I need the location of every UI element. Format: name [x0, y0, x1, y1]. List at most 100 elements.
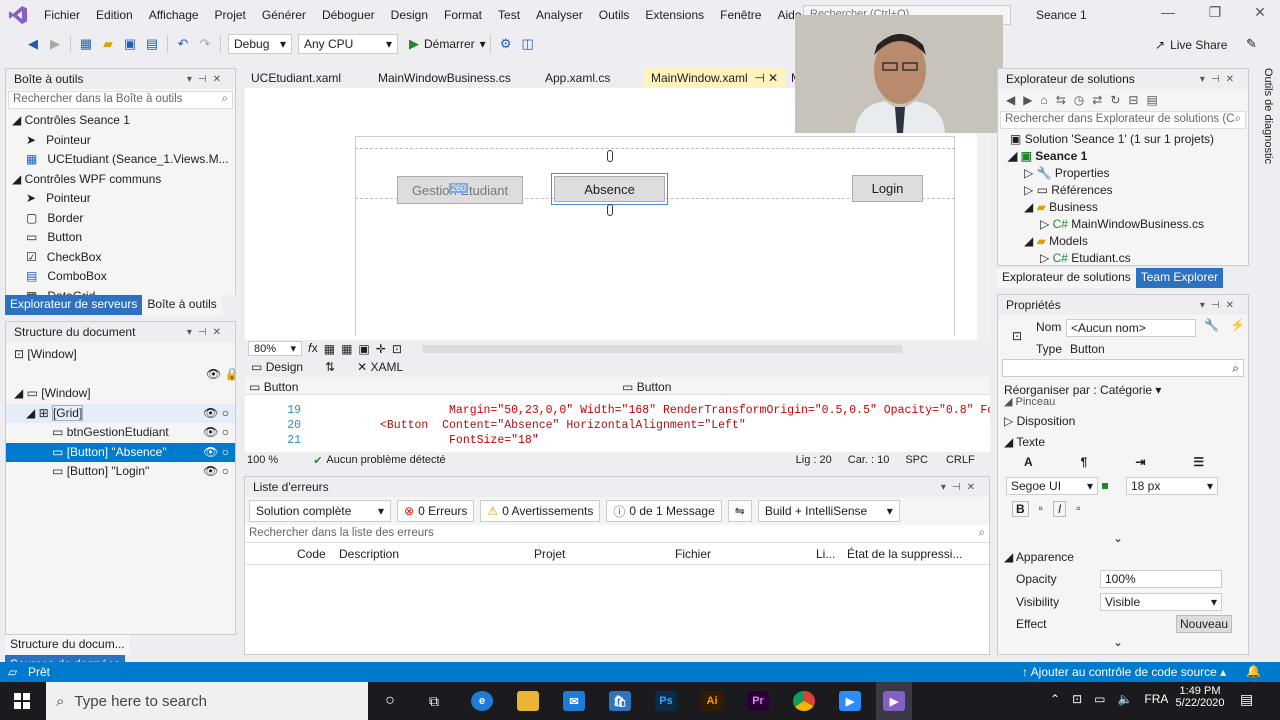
forward-icon[interactable]: ▶ [1023, 93, 1032, 107]
edge-icon[interactable]: e [464, 682, 500, 720]
back-icon[interactable]: ◀ [22, 33, 44, 55]
zoom-select[interactable]: 80% ▾ [248, 341, 302, 356]
attach-icon[interactable]: ⚙ [495, 33, 517, 55]
maximize-icon[interactable]: ❐ [1200, 4, 1230, 26]
menu-affichage[interactable]: Affichage [141, 0, 207, 30]
collapse-icon[interactable]: ⊟ [1128, 93, 1138, 107]
toolbox-item[interactable]: ☑ CheckBox [12, 248, 235, 268]
save-all-icon[interactable]: ▤ [141, 33, 163, 55]
menu-fichier[interactable]: Fichier [36, 0, 88, 30]
properties-search[interactable]: ⌕ [1002, 359, 1244, 377]
battery-icon[interactable]: ▭ [1094, 692, 1105, 706]
build-select[interactable]: Build + IntelliSense ▾ [757, 500, 900, 522]
font-tab-icon[interactable]: A [1024, 455, 1033, 469]
opacity-input[interactable]: 100% [1100, 570, 1222, 588]
errors-filter[interactable]: ⊗ 0 Erreurs [397, 500, 475, 522]
code-zoom[interactable]: 100 % [247, 454, 278, 466]
menu-format[interactable]: Format [436, 0, 490, 30]
source-control-button[interactable]: ↑ Ajouter au contrôle de code source ▴ [1022, 665, 1226, 679]
eye-icon[interactable]: 👁 ○ [203, 423, 235, 443]
vs-logo-icon[interactable] [0, 0, 36, 30]
menu-deboguer[interactable]: Déboguer [314, 0, 383, 30]
toolbox-item[interactable]: ➤ Pointeur [12, 131, 235, 151]
btn-absence[interactable]: Absence [551, 173, 668, 205]
taskbar-search[interactable]: ⌕ Type here to search [46, 682, 368, 720]
outline-top[interactable]: ⊡ [Window] [6, 345, 235, 365]
font-size-select[interactable]: 18 px ▾ [1126, 477, 1218, 495]
visual-studio-icon[interactable]: ▶ [876, 682, 912, 720]
mail-icon[interactable]: ✉ [556, 682, 592, 720]
toolbox-search[interactable]: Rechercher dans la Boîte à outils ⌕ [8, 91, 233, 109]
platform-select[interactable]: Any CPU ▾ [298, 34, 398, 54]
snap-lines-icon[interactable]: ✛ [376, 342, 386, 356]
file-node[interactable]: ▷ C# MainWindowBusiness.cs [998, 216, 1248, 233]
refresh-icon[interactable]: ↻ [1110, 93, 1120, 107]
crumb-right[interactable]: ▭ Button [622, 380, 992, 394]
explorer-icon[interactable] [510, 682, 546, 720]
new-effect-button[interactable]: Nouveau [1176, 615, 1233, 633]
tab-team-explorer[interactable]: Team Explorer [1135, 268, 1224, 288]
toolbox-item[interactable]: ▦ UCEtudiant (Seance_1.Views.M... [12, 150, 235, 170]
grid-icon[interactable]: ▦ [324, 342, 335, 356]
menu-outils[interactable]: Outils [591, 0, 638, 30]
cortana-icon[interactable]: ○ [372, 682, 408, 720]
home-icon[interactable]: ⌂ [1040, 93, 1047, 107]
warnings-filter[interactable]: ⚠ 0 Avertissements [480, 500, 601, 522]
windows-start-icon[interactable] [4, 682, 40, 720]
column-header[interactable]: Projet [534, 547, 675, 561]
config-select[interactable]: Debug ▾ [228, 34, 292, 54]
toolbox-item[interactable]: ▭ Button [12, 228, 235, 248]
references-node[interactable]: ▷ ▭ Références [998, 182, 1248, 199]
eye-icon[interactable]: 👁 ○ [203, 443, 235, 463]
panel-controls[interactable]: ▾⊣✕ [1200, 74, 1240, 85]
swap-icon[interactable]: ⇅ [309, 360, 351, 374]
save-icon[interactable]: ▣ [119, 33, 141, 55]
file-node[interactable]: ▷ C# Etudiant.cs [998, 250, 1248, 263]
menu-design[interactable]: Design [383, 0, 436, 30]
error-search[interactable]: Rechercher dans la liste des erreurs ⌕ [245, 525, 989, 543]
switch-view-icon[interactable]: ⇆ [1056, 93, 1066, 107]
italic-icon[interactable]: I [1052, 501, 1067, 517]
back-icon[interactable]: ◀ [1006, 93, 1015, 107]
menu-test[interactable]: Test [490, 0, 528, 30]
column-header[interactable]: Fichier [675, 547, 816, 561]
chevron-up-icon[interactable]: ⌃ [1050, 692, 1060, 706]
redo-icon[interactable]: ↷ [194, 33, 216, 55]
undo-icon[interactable]: ↶ [172, 33, 194, 55]
outline-item-selected[interactable]: ▭ [Button] "Absence" 👁 ○ [6, 442, 235, 463]
list-tab-icon[interactable]: ☰ [1193, 455, 1204, 469]
menu-projet[interactable]: Projet [207, 0, 254, 30]
scope-select[interactable]: Solution complète ▾ [249, 500, 391, 522]
project-node[interactable]: ◢ ▣ Seance 1 [998, 148, 1248, 165]
panel-controls[interactable]: ▾⊣✕ [187, 74, 227, 85]
history-icon[interactable]: ◷ [1074, 93, 1084, 107]
live-share-button[interactable]: ↗ Live Share [1155, 38, 1227, 52]
notifications-icon[interactable]: 🔔 [1246, 664, 1261, 678]
fit-icon[interactable]: ⊡ [392, 342, 402, 356]
messages-filter[interactable]: ⓘ 0 de 1 Message [606, 500, 722, 522]
solution-node[interactable]: ▣ Solution 'Seance 1' (1 sur 1 projets) [998, 131, 1248, 148]
tab-document-outline[interactable]: Structure du docum... [5, 635, 130, 655]
eye-icon[interactable]: 👁 ○ [203, 462, 235, 482]
tab-server-explorer[interactable]: Explorateur de serveurs [5, 295, 143, 315]
bold-icon[interactable]: B [1012, 501, 1029, 517]
tab-app-xaml-cs[interactable]: App.xaml.cs [538, 68, 617, 88]
panel-controls[interactable]: ▾⊣✕ [187, 327, 227, 338]
toolbox-item[interactable]: ➤ Pointeur [12, 189, 235, 209]
task-view-icon[interactable]: ⧉ [416, 682, 452, 720]
illustrator-icon[interactable]: Ai [694, 682, 730, 720]
photoshop-icon[interactable]: Ps [648, 682, 684, 720]
resize-handle[interactable] [607, 150, 613, 162]
toolbox-group[interactable]: ◢ Contrôles WPF communs [12, 170, 235, 190]
category-disposition[interactable]: ▷ Disposition [1004, 410, 1075, 432]
btn-login[interactable]: Login [852, 175, 923, 202]
property-marker-icon[interactable] [1102, 483, 1108, 489]
open-folder-icon[interactable]: ▰ [97, 33, 119, 55]
visibility-select[interactable]: Visible ▾ [1100, 593, 1222, 611]
tab-mainwindow-xaml[interactable]: MainWindow.xaml ⊣ ✕ [644, 68, 786, 88]
pin-icon[interactable]: ⊣ [754, 71, 764, 85]
name-input[interactable]: <Aucun nom> [1066, 319, 1196, 337]
toolbox-item[interactable]: ▢ Border [12, 209, 235, 229]
resize-handle[interactable] [607, 204, 613, 216]
outline-item[interactable]: ◢ ⊞ [Grid] 👁 ○ [6, 403, 235, 423]
